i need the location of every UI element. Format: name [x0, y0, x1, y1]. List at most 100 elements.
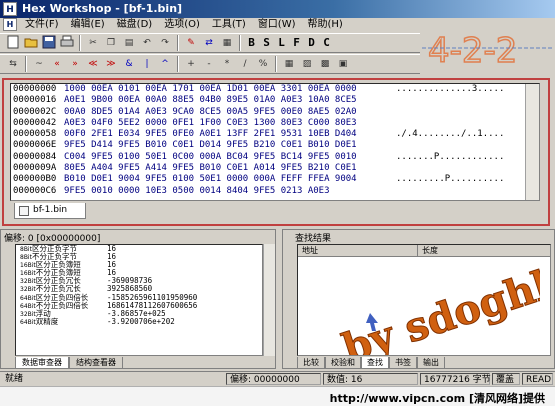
shift-right-bits-icon[interactable]: ≫ — [103, 56, 119, 72]
site-credit: http://www.vipcn.com [清风网络]提供 — [329, 392, 545, 405]
hex-row[interactable]: 00000042 A0E3 04F0 5EE2 0000 0FE1 1F00 C0… — [11, 118, 539, 129]
divide-icon[interactable]: / — [237, 56, 253, 72]
bookmark-icon[interactable]: ▣ — [335, 56, 351, 72]
shift-left-icon[interactable]: ⇆ — [5, 56, 21, 72]
column-address[interactable]: 地址 — [298, 245, 418, 257]
hex-row[interactable]: 000000C6 9FE5 0010 0000 10E3 0500 0014 84… — [11, 186, 539, 197]
replace-icon[interactable]: ⇄ — [201, 35, 217, 51]
status-ovr: 覆盖 — [492, 373, 520, 385]
block-icon[interactable]: ▦ — [281, 56, 297, 72]
interpreter-scrollbar[interactable] — [263, 244, 275, 356]
interpreter-row[interactable]: 64Bit双精度 -3.9200706e+202 — [16, 317, 262, 326]
hex-offset: 000000C6 — [13, 185, 57, 196]
byte-mode-button[interactable]: B — [245, 35, 258, 51]
hex-bytes: 1000 00EA 0101 00EA 1701 00EA 1D01 00EA … — [64, 84, 357, 94]
print-icon[interactable] — [59, 35, 75, 51]
short-mode-button[interactable]: S — [260, 35, 273, 51]
title-bar[interactable]: H Hex Workshop - [bf-1.bin] — [0, 0, 555, 18]
double-mode-button[interactable]: D — [305, 35, 318, 51]
minus-icon[interactable]: - — [201, 56, 217, 72]
rotate-right-icon[interactable]: » — [67, 56, 83, 72]
hex-row[interactable]: 0000002C 00A0 8DE5 01A4 A0E3 9CA0 8CE5 00… — [11, 107, 539, 118]
compare-icon[interactable]: ▨ — [299, 56, 315, 72]
data-interpreter-panel: 偏移: 0 [0x00000000] 8Bit区分正负字节 16 8Bit不分正负字… — [0, 229, 276, 369]
save-icon[interactable] — [41, 35, 57, 51]
interpreter-bits: 32Bit — [20, 278, 36, 286]
and-icon[interactable]: & — [121, 56, 137, 72]
find-icon[interactable]: ✎ — [183, 35, 199, 51]
status-value: 数值: 16 — [323, 373, 418, 385]
menu-window[interactable]: 窗口(W) — [252, 18, 302, 32]
toolbar-separator — [239, 35, 241, 51]
interpreter-row[interactable] — [16, 342, 262, 350]
hex-bytes: A0E1 9B00 00EA 00A0 88E5 04B0 89E5 01A0 … — [64, 95, 357, 106]
results-list[interactable]: 地址 长度 by sdoghb — [297, 244, 551, 356]
new-file-icon[interactable] — [5, 35, 21, 51]
xor-icon[interactable]: ^ — [157, 56, 173, 72]
open-folder-icon[interactable] — [23, 35, 39, 51]
goto-icon[interactable]: ▦ — [219, 35, 235, 51]
multiply-icon[interactable]: * — [219, 56, 235, 72]
hex-offset: 00000000 — [13, 84, 57, 94]
tab-bookmarks[interactable]: 书签 — [389, 357, 417, 369]
tab-compare[interactable]: 比较 — [297, 357, 325, 369]
hex-editor[interactable]: 00000000 1000 00EA 0101 00EA 1701 00EA 1D… — [10, 83, 540, 201]
hex-row[interactable]: 00000058 00F0 2FE1 E034 9FE5 0FE0 A0E1 13… — [11, 129, 539, 140]
interpreter-list[interactable]: 8Bit区分正负字节 16 8Bit不分正负字节 16 16Bit区分正负簿短 16 16B… — [15, 244, 263, 356]
interpreter-row[interactable] — [16, 326, 262, 334]
hex-bytes: 00A0 8DE5 01A4 A0E3 9CA0 8CE5 00A5 9FE5 … — [64, 106, 357, 117]
toolbar-separator — [177, 35, 179, 51]
menu-options[interactable]: 选项(O) — [158, 18, 206, 32]
mod-icon[interactable]: % — [255, 56, 271, 72]
footer-bar: http://www.vipcn.com [清风网络]提供 — [0, 386, 555, 406]
hex-row[interactable]: 00000016 A0E1 9B00 00EA 00A0 88E5 04B0 89… — [11, 95, 539, 106]
hex-row[interactable]: 0000006E 9FE5 D414 9FE5 B010 C0E1 D014 9F… — [11, 140, 539, 151]
tab-find[interactable]: 查找 — [361, 357, 389, 369]
menu-edit[interactable]: 编辑(E) — [65, 18, 111, 32]
hex-bytes: 9FE5 0010 0000 10E3 0500 0014 8404 9FE5 … — [64, 185, 330, 196]
interpreter-row[interactable] — [16, 334, 262, 342]
hex-bytes: A0E3 04F0 5EE2 0000 0FE1 1F00 C0E3 1300 … — [64, 117, 357, 128]
copy-icon[interactable]: ❐ — [103, 35, 119, 51]
plus-icon[interactable]: + — [183, 56, 199, 72]
hex-scrollbar[interactable] — [525, 84, 539, 200]
hex-bytes: 80E5 A404 9FE5 A414 9FE5 B010 C0E1 A014 … — [64, 163, 357, 174]
status-offset-value: 00000000 — [253, 375, 300, 385]
redo-icon[interactable]: ↷ — [157, 35, 173, 51]
document-icon[interactable]: H — [3, 18, 17, 31]
or-icon[interactable]: | — [139, 56, 155, 72]
tilde-icon[interactable]: ~ — [31, 56, 47, 72]
find-results-panel: 查找结果 地址 长度 by sdoghb 比较 校验和 查找 书签 输出 — [282, 229, 555, 369]
file-tabbar: bf-1.bin — [10, 202, 540, 220]
long-mode-button[interactable]: L — [275, 35, 288, 51]
hex-row[interactable]: 000000B0 B010 D0E1 9004 9FE5 0100 50E1 00… — [11, 174, 539, 185]
menu-disk[interactable]: 磁盘(D) — [111, 18, 159, 32]
interpreter-bits: 64Bit — [20, 294, 36, 302]
menu-file[interactable]: 文件(F) — [19, 18, 65, 32]
paste-icon[interactable]: ▤ — [121, 35, 137, 51]
menu-help[interactable]: 帮助(H) — [302, 18, 349, 32]
float-mode-button[interactable]: F — [290, 35, 303, 51]
hex-offset: 00000058 — [13, 129, 57, 140]
hex-row[interactable]: 00000000 1000 00EA 0101 00EA 1701 00EA 1D… — [11, 84, 539, 95]
checksum-icon[interactable]: ▩ — [317, 56, 333, 72]
shift-left-bits-icon[interactable]: ≪ — [85, 56, 101, 72]
file-tab[interactable]: bf-1.bin — [14, 203, 86, 219]
tab-checksum[interactable]: 校验和 — [325, 357, 361, 369]
hex-ascii: .........P.......... — [396, 174, 505, 185]
interpreter-bits: 16Bit — [20, 262, 36, 270]
toolbar-separator — [177, 56, 179, 72]
hex-row[interactable]: 00000084 C004 9FE5 0100 50E1 0C00 000A BC… — [11, 152, 539, 163]
menu-tools[interactable]: 工具(T) — [206, 18, 252, 32]
cut-icon[interactable]: ✂ — [85, 35, 101, 51]
hex-bytes: C004 9FE5 0100 50E1 0C00 000A BC04 9FE5 … — [64, 151, 357, 162]
column-length[interactable]: 长度 — [418, 245, 550, 257]
char-mode-button[interactable]: C — [320, 35, 333, 51]
right-panel-tabs: 比较 校验和 查找 书签 输出 — [297, 357, 445, 369]
tab-structure-viewer[interactable]: 结构查看器 — [69, 357, 123, 369]
tab-output[interactable]: 输出 — [417, 357, 445, 369]
rotate-left-icon[interactable]: « — [49, 56, 65, 72]
undo-icon[interactable]: ↶ — [139, 35, 155, 51]
hex-row[interactable]: 0000009A 80E5 A404 9FE5 A414 9FE5 B010 C0… — [11, 163, 539, 174]
tab-data-inspector[interactable]: 数据审查器 — [15, 357, 69, 369]
